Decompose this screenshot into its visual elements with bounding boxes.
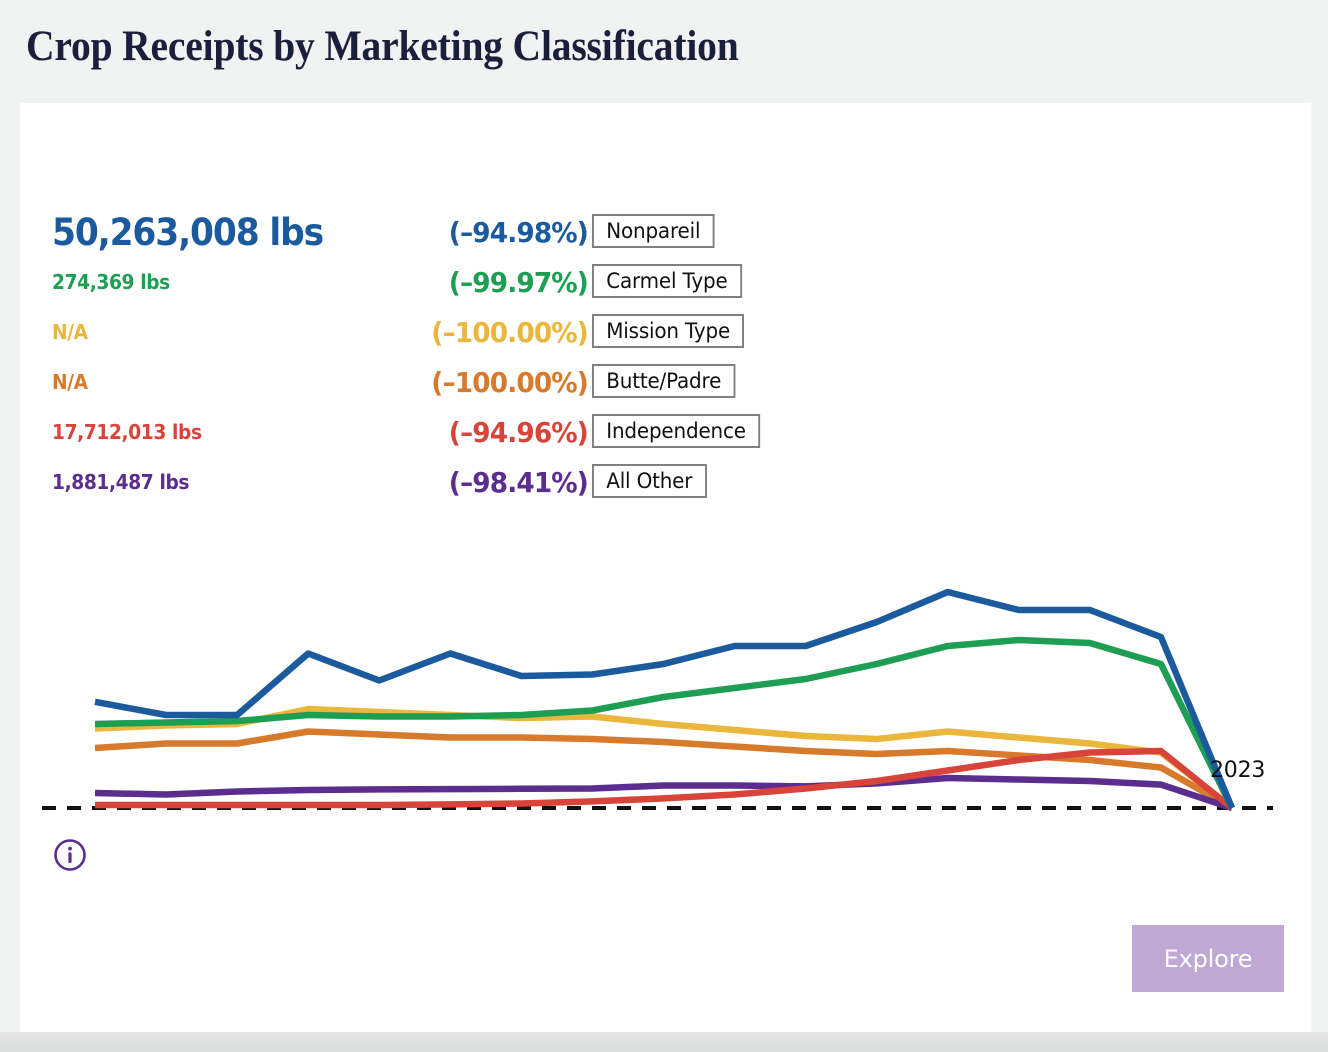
legend-row[interactable]: 274,369 lbs (–99.97%) Carmel Type bbox=[52, 257, 832, 307]
series-line-independence bbox=[95, 747, 1235, 811]
legend-value: 274,369 lbs bbox=[52, 270, 170, 294]
info-circle-icon-glyph bbox=[54, 839, 86, 871]
legend-value: N/A bbox=[52, 320, 88, 344]
legend-value: N/A bbox=[52, 370, 88, 394]
legend-percent-change: (–100.00%) bbox=[431, 315, 589, 349]
legend-row[interactable]: N/A (–100.00%) Butte/Padre bbox=[52, 357, 832, 407]
window-bottom-strip bbox=[0, 1032, 1328, 1052]
legend-chip-butte-padre[interactable]: Butte/Padre bbox=[592, 364, 736, 398]
legend-row[interactable]: 17,712,013 lbs (–94.96%) Independence bbox=[52, 407, 832, 457]
legend-value: 50,263,008 lbs bbox=[52, 210, 324, 254]
series-line-mission-type bbox=[94, 705, 1235, 811]
legend-percent-change: (–94.96%) bbox=[448, 415, 589, 449]
info-circle-icon[interactable] bbox=[53, 838, 87, 872]
explore-button-label: Explore bbox=[1163, 944, 1253, 973]
series-line-carmel-type bbox=[94, 636, 1235, 810]
legend-percent-change: (–100.00%) bbox=[431, 365, 589, 399]
explore-button[interactable]: Explore bbox=[1132, 925, 1284, 992]
page-title: Crop Receipts by Marketing Classificatio… bbox=[26, 23, 739, 70]
chart-card: 50,263,008 lbs (–94.98%) Nonpareil 274,3… bbox=[20, 103, 1311, 1032]
legend-chip-nonpareil[interactable]: Nonpareil bbox=[592, 214, 715, 248]
legend-percent-change: (–99.97%) bbox=[448, 265, 589, 299]
legend-percent-change: (–98.41%) bbox=[448, 465, 589, 499]
series-line-butte-padre bbox=[94, 728, 1234, 811]
legend-row[interactable]: N/A (–100.00%) Mission Type bbox=[52, 307, 832, 357]
axis-tick-label-2023: 2023 bbox=[1210, 758, 1266, 783]
legend-row[interactable]: 1,881,487 lbs (–98.41%) All Other bbox=[52, 457, 832, 507]
legend-value: 1,881,487 lbs bbox=[52, 470, 190, 494]
legend-row[interactable]: 50,263,008 lbs (–94.98%) Nonpareil bbox=[52, 207, 832, 257]
series-line-nonpareil bbox=[94, 588, 1236, 810]
series-line-all-other bbox=[94, 774, 1234, 812]
legend-chip-mission-type[interactable]: Mission Type bbox=[592, 314, 745, 348]
series-legend: 50,263,008 lbs (–94.98%) Nonpareil 274,3… bbox=[52, 207, 832, 507]
legend-value: 17,712,013 lbs bbox=[52, 420, 202, 444]
legend-chip-carmel-type[interactable]: Carmel Type bbox=[592, 264, 742, 298]
legend-chip-independence[interactable]: Independence bbox=[592, 414, 761, 448]
legend-chip-all-other[interactable]: All Other bbox=[592, 464, 707, 498]
legend-percent-change: (–94.98%) bbox=[448, 215, 589, 249]
